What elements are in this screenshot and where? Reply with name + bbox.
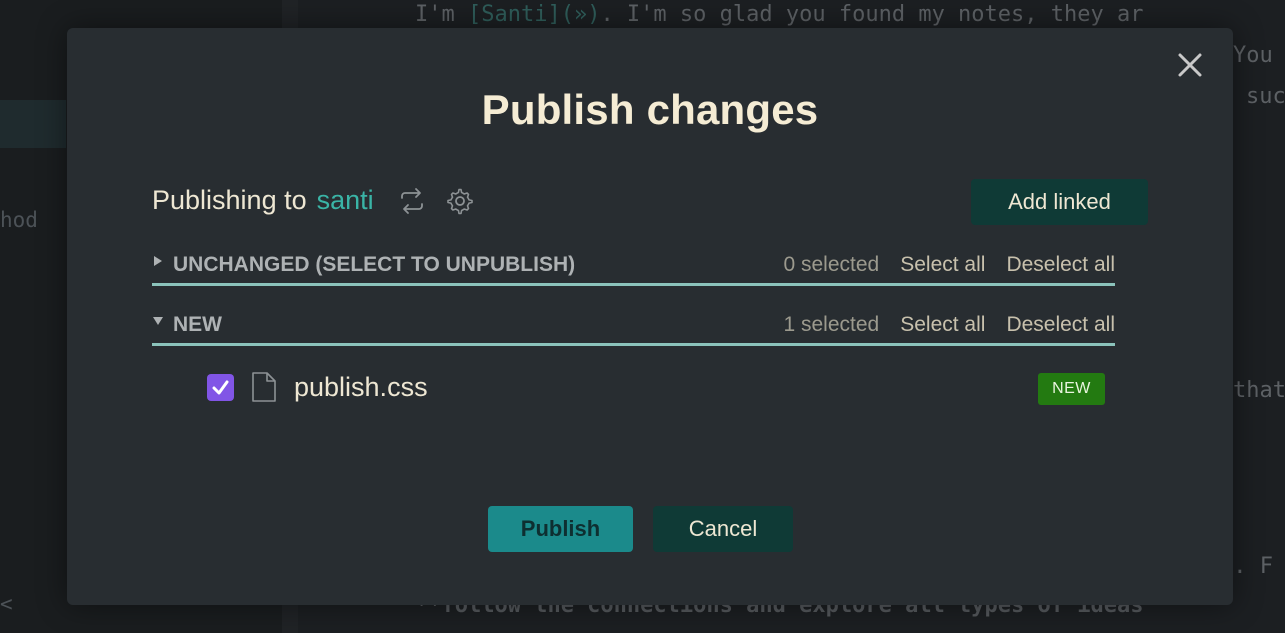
gear-icon (446, 188, 473, 214)
section-new: NEW 1 selected Select all Deselect all (152, 313, 1115, 346)
sidebar-item-text: < (0, 592, 13, 616)
section-unchanged: UNCHANGED (SELECT TO UNPUBLISH) 0 select… (152, 253, 1115, 286)
publishing-label: Publishing to (152, 185, 307, 215)
section-actions: 0 selected Select all Deselect all (783, 253, 1115, 277)
section-title: NEW (173, 313, 222, 336)
section-header[interactable]: NEW (152, 313, 222, 337)
sidebar-active-item (0, 100, 66, 148)
selected-count: 0 selected (783, 253, 880, 276)
status-badge: NEW (1038, 373, 1105, 405)
sidebar-item-text: hod (0, 208, 38, 232)
select-all-link[interactable]: Select all (900, 253, 985, 277)
file-checkbox[interactable] (207, 373, 234, 401)
editor-link: [Santi](») (467, 2, 601, 27)
editor-line: suc (1246, 84, 1285, 109)
publish-button[interactable]: Publish (488, 506, 633, 552)
selected-count: 1 selected (783, 313, 880, 336)
settings-button[interactable] (446, 187, 474, 215)
close-icon (1178, 53, 1202, 77)
section-title: UNCHANGED (SELECT TO UNPUBLISH) (173, 253, 576, 276)
close-button[interactable] (1175, 50, 1205, 80)
add-linked-button[interactable]: Add linked (971, 179, 1148, 225)
collapsed-triangle-icon (152, 254, 164, 268)
section-actions: 1 selected Select all Deselect all (783, 313, 1115, 337)
editor-line: that (1233, 378, 1285, 403)
deselect-all-link[interactable]: Deselect all (1006, 253, 1115, 277)
file-name: publish.css (294, 371, 428, 402)
expanded-triangle-icon (152, 314, 164, 328)
editor-line: You (1233, 43, 1273, 68)
file-list-item: publish.css (207, 371, 428, 403)
modal-title: Publish changes (481, 86, 819, 133)
editor-text: I'm (415, 2, 468, 27)
select-all-link[interactable]: Select all (900, 313, 985, 337)
switch-site-button[interactable] (398, 187, 426, 215)
editor-text: . I'm so glad you found my notes, they a… (600, 2, 1144, 27)
cancel-button[interactable]: Cancel (653, 506, 793, 552)
deselect-all-link[interactable]: Deselect all (1006, 313, 1115, 337)
checkmark-icon (212, 380, 229, 394)
editor-line: I'm [Santi](»). I'm so glad you found my… (415, 2, 1144, 27)
swap-icon (400, 187, 423, 214)
site-name: santi (316, 185, 374, 215)
section-header[interactable]: UNCHANGED (SELECT TO UNPUBLISH) (152, 253, 575, 277)
file-icon (250, 371, 278, 403)
publish-target-row: Publishing to santi (152, 185, 474, 216)
publish-modal: Publish changes Publishing to santi Add … (67, 28, 1233, 605)
